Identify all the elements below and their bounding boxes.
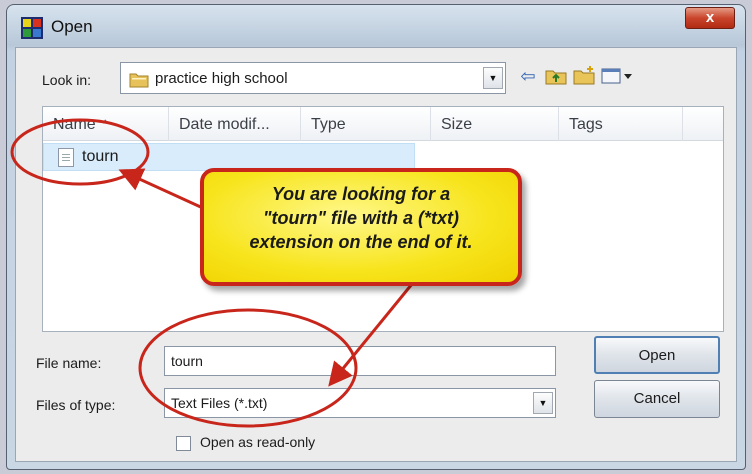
- open-file-app-icon: [21, 17, 43, 39]
- new-folder-icon[interactable]: [572, 64, 596, 88]
- look-in-dropdown[interactable]: practice high school ▼: [120, 62, 506, 94]
- column-header-tags[interactable]: Tags: [559, 107, 683, 141]
- up-folder-icon[interactable]: [544, 64, 568, 88]
- close-icon: x: [705, 9, 715, 26]
- file-name-text: tourn: [82, 148, 119, 165]
- folder-icon: [129, 73, 149, 88]
- files-of-type-label: Files of type:: [36, 397, 116, 413]
- window-title: Open: [51, 17, 93, 36]
- annotation-callout: You are looking for a "tourn" file with …: [200, 168, 522, 286]
- column-headers: ^ Name Date modif... Type Size Tags: [43, 107, 723, 141]
- list-item[interactable]: tourn: [43, 143, 415, 171]
- column-header-type[interactable]: Type: [301, 107, 431, 141]
- column-header-label: Name: [53, 116, 96, 133]
- callout-line: extension on the end of it.: [249, 232, 473, 252]
- look-in-label: Look in:: [42, 72, 92, 88]
- sort-ascending-icon: ^: [103, 119, 108, 130]
- chevron-down-icon[interactable]: ▼: [533, 392, 553, 414]
- callout-line: "tourn" file with a (*txt): [262, 208, 460, 228]
- files-of-type-dropdown[interactable]: Text Files (*.txt) ▼: [164, 388, 556, 418]
- callout-line: You are looking for a: [271, 184, 451, 204]
- title-bar[interactable]: Open x: [7, 5, 745, 47]
- text-file-icon: [58, 148, 74, 167]
- column-header-name[interactable]: ^ Name: [43, 107, 169, 141]
- views-menu-icon[interactable]: [600, 64, 634, 88]
- column-header-size[interactable]: Size: [431, 107, 559, 141]
- close-button[interactable]: x: [685, 7, 735, 29]
- look-in-value: practice high school: [155, 70, 288, 87]
- chevron-down-icon[interactable]: ▼: [483, 67, 503, 89]
- back-arrow-icon[interactable]: ⇦: [516, 64, 540, 88]
- open-button[interactable]: Open: [594, 336, 720, 374]
- file-name-label: File name:: [36, 355, 102, 371]
- read-only-checkbox[interactable]: [176, 436, 191, 451]
- file-name-input[interactable]: tourn: [164, 346, 556, 376]
- cancel-button[interactable]: Cancel: [594, 380, 720, 418]
- read-only-label: Open as read-only: [200, 434, 316, 450]
- column-header-date-modified[interactable]: Date modif...: [169, 107, 301, 141]
- files-of-type-value: Text Files (*.txt): [171, 395, 268, 411]
